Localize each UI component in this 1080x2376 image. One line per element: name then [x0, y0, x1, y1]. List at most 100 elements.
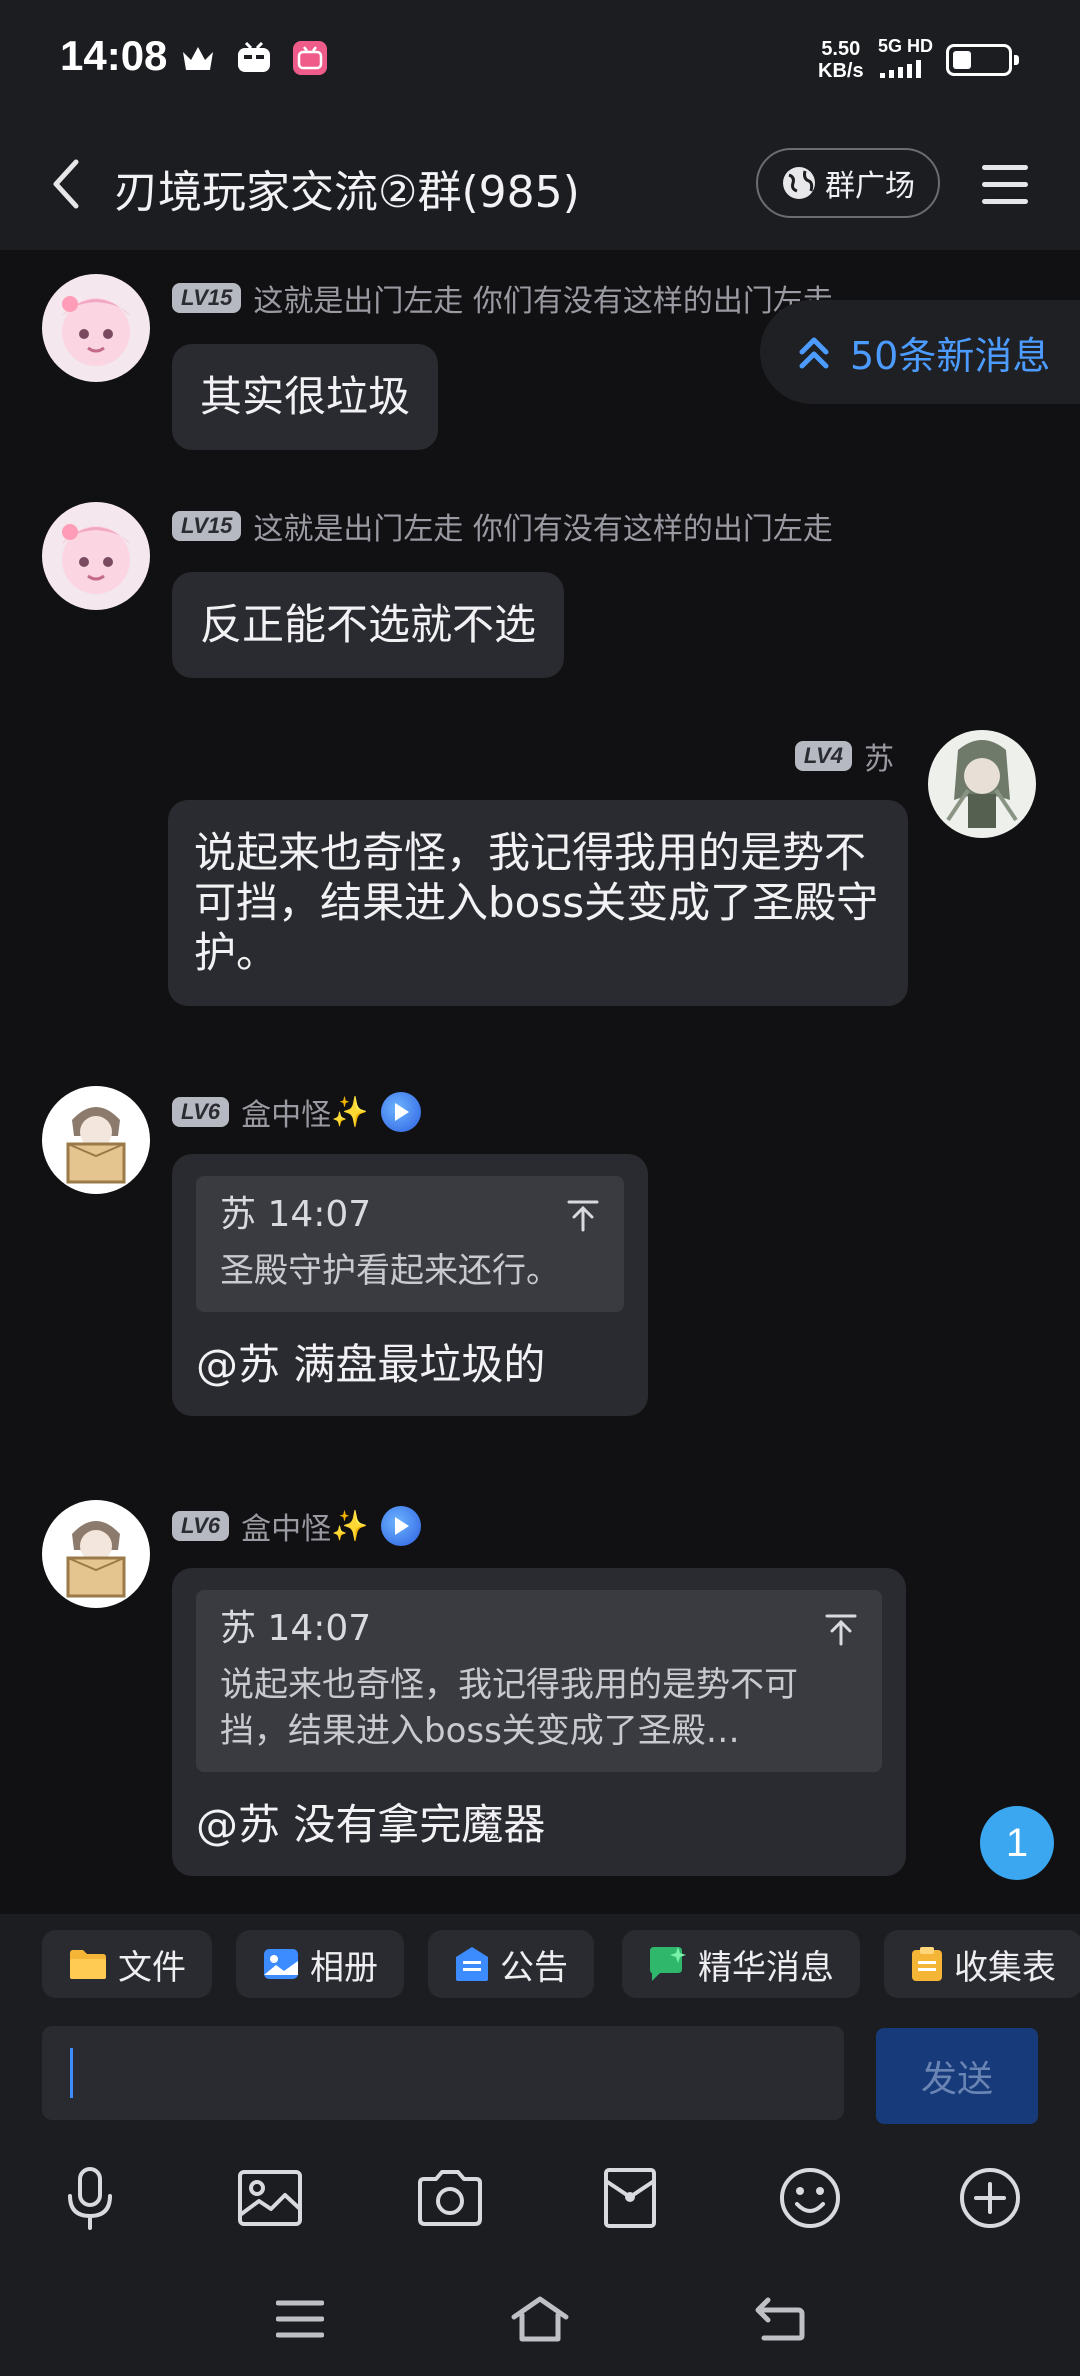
- file-chip[interactable]: 文件: [42, 1930, 212, 1998]
- sparkles-icon: ✨: [331, 1094, 369, 1130]
- emoji-button[interactable]: [770, 2158, 850, 2238]
- sender-meta: LV6 盒中怪 ✨: [172, 1504, 421, 1548]
- announcement-chip[interactable]: 公告: [428, 1930, 594, 1998]
- image-button[interactable]: [230, 2158, 310, 2238]
- message-bubble[interactable]: 说起来也奇怪，我记得我用的是势不可挡，结果进入boss关变成了圣殿守护。: [168, 800, 908, 1006]
- image-icon: [238, 2170, 302, 2226]
- status-time: 14:08: [60, 32, 168, 79]
- sparkles-icon: ✨: [331, 1508, 369, 1544]
- crown-icon: [178, 38, 218, 78]
- red-packet-icon: [604, 2168, 656, 2228]
- recent-apps-button[interactable]: [260, 2284, 340, 2354]
- avatar[interactable]: [42, 274, 150, 382]
- more-plus-button[interactable]: [950, 2158, 1030, 2238]
- announcement-icon: [456, 1947, 488, 1981]
- group-title[interactable]: 刃境玩家交流②群(985): [114, 156, 580, 220]
- smiley-icon: [780, 2168, 840, 2228]
- message-list[interactable]: LV15 这就是出门左走 你们有没有这样的出门左走 其实很垃圾 50条新消息 L…: [0, 250, 1080, 1914]
- quote-header: 苏 14:07: [220, 1608, 372, 1649]
- status-notification-icons: [178, 38, 330, 78]
- chip-label: 文件: [118, 1947, 186, 1988]
- quote-header: 苏 14:07: [220, 1194, 372, 1235]
- microphone-icon: [68, 2167, 112, 2230]
- chip-label: 收集表: [954, 1947, 1056, 1988]
- chevron-left-icon: [53, 159, 79, 209]
- avatar[interactable]: [928, 730, 1036, 838]
- level-badge: LV6: [172, 1097, 230, 1127]
- avatar[interactable]: [42, 502, 150, 610]
- sender-name[interactable]: 这就是出门左走 你们有没有这样的出门左走: [253, 504, 833, 548]
- message-bubble[interactable]: 苏 14:07 说起来也奇怪，我记得我用的是势不可挡，结果进入boss关变成了圣…: [172, 1568, 906, 1876]
- network-type: 5G HD: [878, 36, 934, 56]
- message-text: 反正能不选就不选: [200, 600, 537, 649]
- sender-meta: LV15 这就是出门左走 你们有没有这样的出门左走: [172, 504, 833, 548]
- back-icon: [755, 2297, 805, 2341]
- sender-name[interactable]: 盒中怪: [241, 1090, 331, 1134]
- avatar[interactable]: [42, 1086, 150, 1194]
- sender-name[interactable]: 盒中怪: [241, 1504, 331, 1548]
- message-input[interactable]: [42, 2026, 844, 2120]
- level-badge: LV15: [172, 283, 242, 313]
- unread-count-badge[interactable]: 1: [980, 1806, 1054, 1880]
- level-badge: LV15: [172, 511, 242, 541]
- chip-label: 精华消息: [698, 1947, 834, 1988]
- quote-body: 圣殿守护看起来还行。: [220, 1251, 560, 1291]
- menu-line: [982, 164, 1028, 170]
- collection-form-chip[interactable]: 收集表: [884, 1930, 1080, 1998]
- more-menu-button[interactable]: [970, 154, 1040, 214]
- back-nav-button[interactable]: [740, 2284, 820, 2354]
- message-bubble[interactable]: 苏 14:07 圣殿守护看起来还行。 @苏 满盘最垃圾的: [172, 1154, 648, 1416]
- avatar[interactable]: [42, 1500, 150, 1608]
- chip-label: 相册: [310, 1947, 378, 1988]
- compose-bar: 发送: [0, 2000, 1080, 2136]
- home-icon: [511, 2296, 569, 2342]
- menu-line: [982, 181, 1028, 187]
- sender-name[interactable]: 苏: [864, 734, 894, 778]
- message-text: 说起来也奇怪，我记得我用的是势不可挡，结果进入boss关变成了圣殿守护。: [194, 828, 879, 977]
- level-badge: LV4: [794, 741, 852, 771]
- network-speed: 5.50 KB/s: [818, 38, 864, 82]
- network-speed-unit: KB/s: [818, 60, 864, 82]
- double-chevron-up-icon: [799, 337, 829, 369]
- globe-icon: [783, 167, 815, 199]
- group-square-label: 群广场: [825, 169, 915, 204]
- quoted-message[interactable]: 苏 14:07 说起来也奇怪，我记得我用的是势不可挡，结果进入boss关变成了圣…: [196, 1590, 882, 1772]
- bilibili-tv-icon: [234, 38, 274, 78]
- sender-meta: LV6 盒中怪 ✨: [172, 1090, 421, 1134]
- voice-button[interactable]: [50, 2158, 130, 2238]
- home-button[interactable]: [500, 2284, 580, 2354]
- group-square-button[interactable]: 群广场: [756, 148, 940, 218]
- chip-label: 公告: [500, 1947, 568, 1988]
- menu-icon: [276, 2300, 324, 2338]
- message-text: @苏 没有拿完魔器: [196, 1800, 546, 1849]
- album-chip[interactable]: 相册: [236, 1930, 404, 1998]
- message-text: @苏 满盘最垃圾的: [196, 1340, 546, 1389]
- new-messages-label: 50条新消息: [850, 333, 1051, 378]
- sender-name[interactable]: 这就是出门左走 你们有没有这样的出门左走: [253, 276, 833, 320]
- level-badge: LV6: [172, 1511, 230, 1541]
- menu-line: [982, 198, 1028, 204]
- message-text: 其实很垃圾: [200, 372, 411, 421]
- battery-level-fill: [953, 51, 971, 69]
- bilibili-app-icon: [290, 38, 330, 78]
- back-button[interactable]: [30, 148, 102, 220]
- new-messages-button[interactable]: 50条新消息: [760, 300, 1080, 404]
- jump-to-top-icon[interactable]: [566, 1198, 600, 1232]
- network-speed-value: 5.50: [821, 38, 861, 60]
- quote-body: 说起来也奇怪，我记得我用的是势不可挡，结果进入boss关变成了圣殿…: [220, 1665, 798, 1751]
- quoted-message[interactable]: 苏 14:07 圣殿守护看起来还行。: [196, 1176, 624, 1312]
- folder-icon: [70, 1950, 106, 1979]
- send-button[interactable]: 发送: [876, 2028, 1038, 2124]
- message-bubble[interactable]: 其实很垃圾: [172, 344, 439, 450]
- message-bubble[interactable]: 反正能不选就不选: [172, 572, 565, 678]
- red-packet-button[interactable]: [590, 2158, 670, 2238]
- text-caret: [70, 2048, 73, 2098]
- featured-chip[interactable]: 精华消息: [622, 1930, 860, 1998]
- camera-button[interactable]: [410, 2158, 490, 2238]
- signal-strength-icon: [880, 60, 921, 78]
- jump-to-top-icon[interactable]: [824, 1612, 858, 1646]
- sender-meta: LV4 苏: [794, 734, 894, 778]
- camera-icon: [418, 2170, 482, 2226]
- plus-circle-icon: [960, 2168, 1020, 2228]
- battery-icon: [946, 44, 1019, 76]
